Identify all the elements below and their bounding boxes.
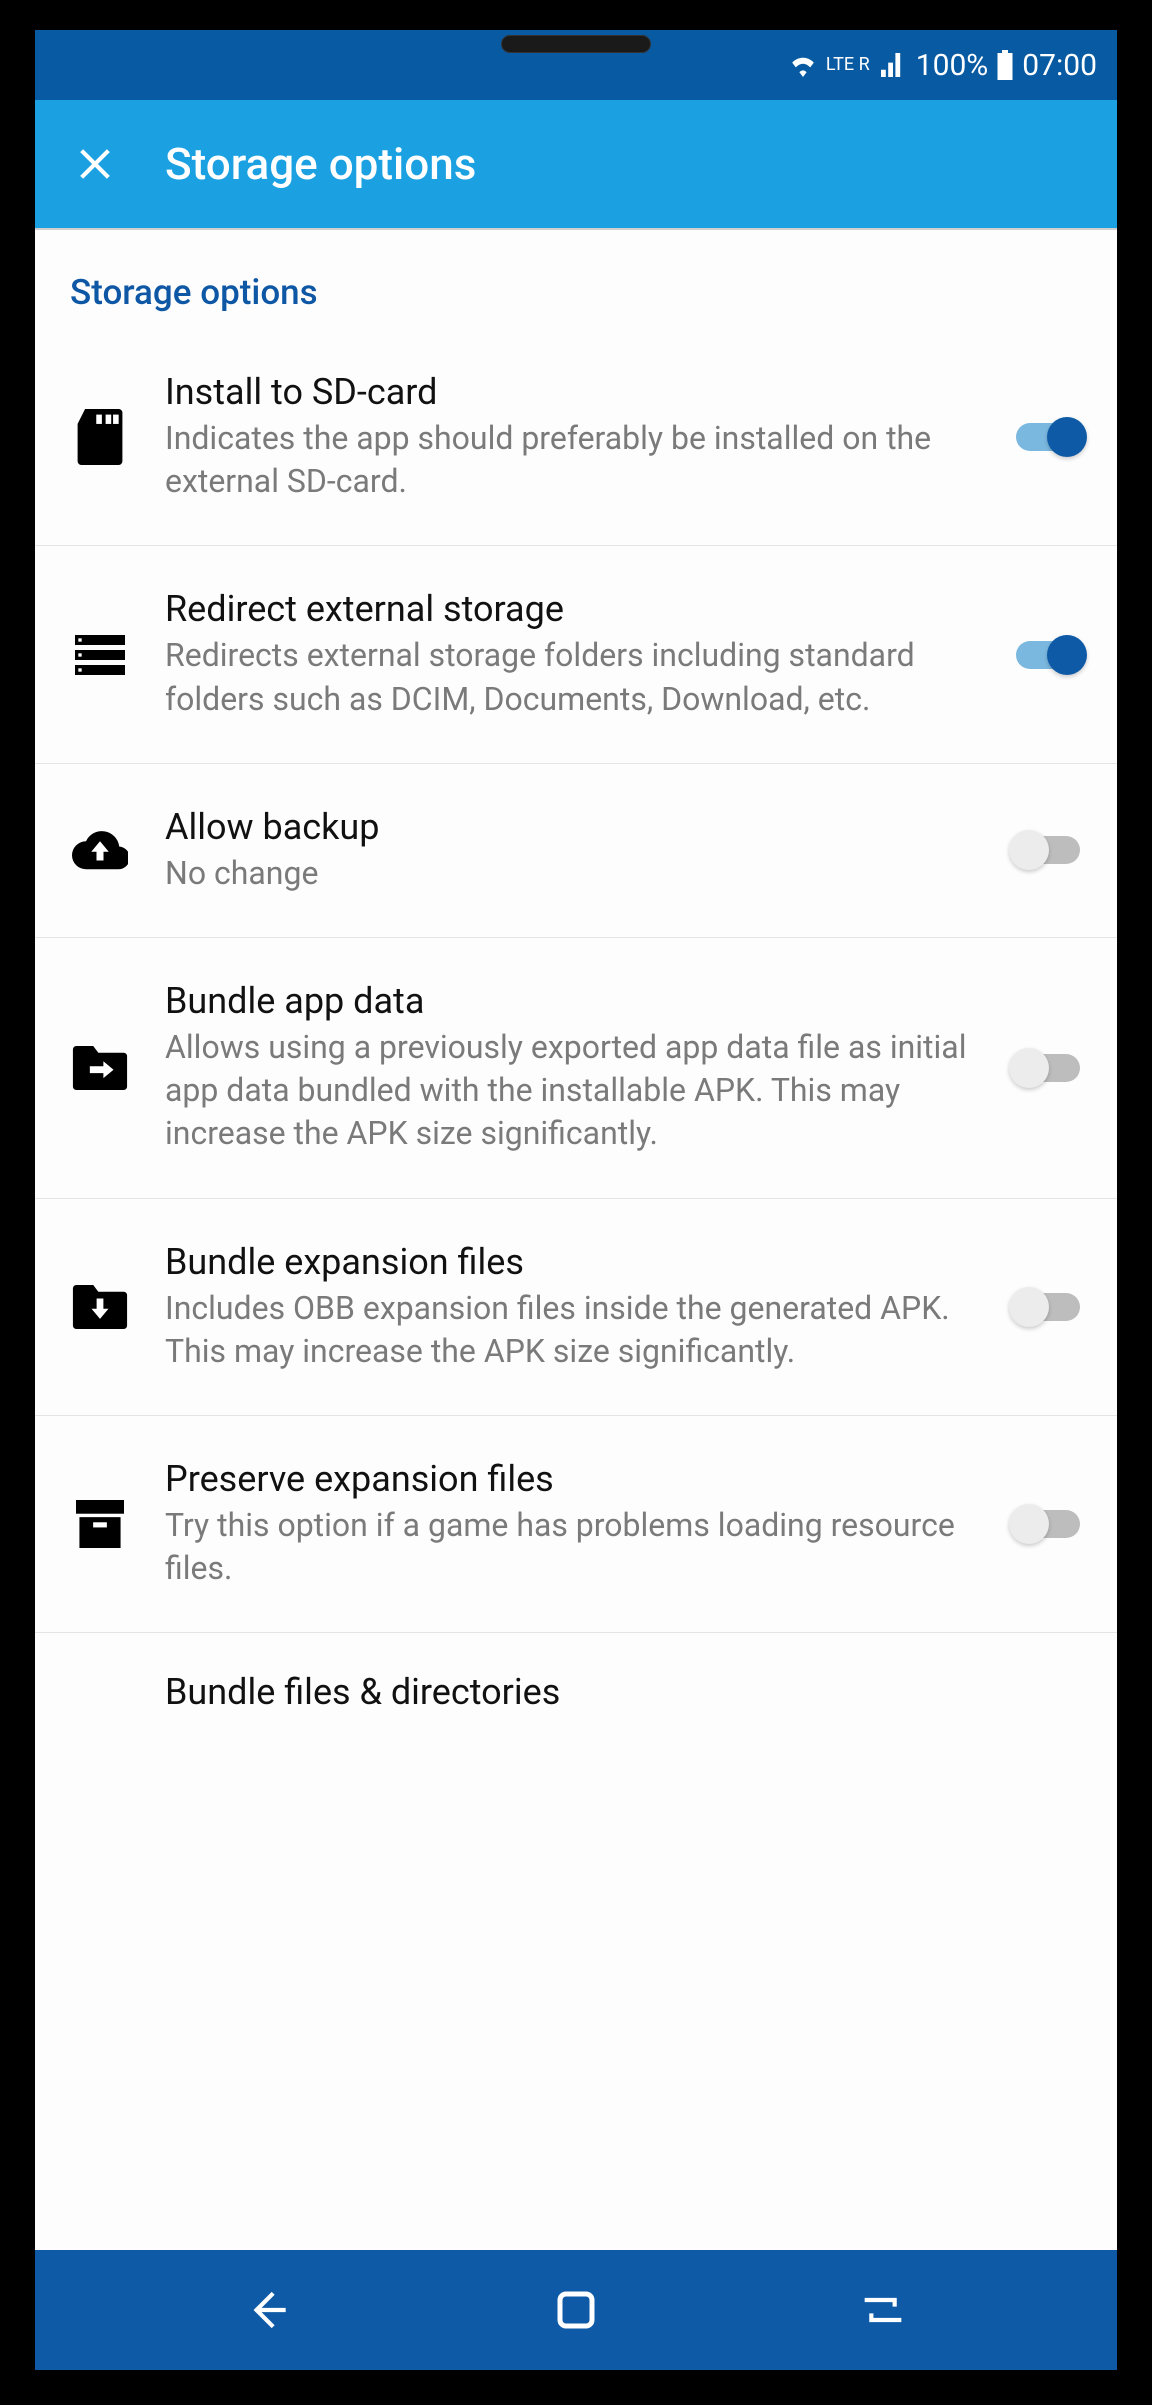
setting-title: Allow backup bbox=[165, 806, 979, 848]
setting-subtitle: Includes OBB expansion files inside the … bbox=[165, 1287, 979, 1373]
setting-title: Bundle files & directories bbox=[165, 1671, 1077, 1713]
setting-title: Preserve expansion files bbox=[165, 1458, 979, 1500]
setting-redirect-storage[interactable]: Redirect external storage Redirects exte… bbox=[35, 546, 1117, 763]
toggle-install-sd[interactable] bbox=[1009, 417, 1087, 457]
page-title: Storage options bbox=[165, 138, 476, 190]
toggle-allow-backup[interactable] bbox=[1009, 830, 1087, 870]
folder-arrow-icon bbox=[55, 1046, 145, 1090]
battery-icon bbox=[996, 50, 1014, 80]
folder-download-icon bbox=[55, 1285, 145, 1329]
cloud-upload-icon bbox=[55, 830, 145, 870]
battery-percent: 100% bbox=[916, 48, 989, 83]
setting-bundle-files[interactable]: Bundle files & directories bbox=[35, 1633, 1117, 1727]
toggle-bundle-app-data[interactable] bbox=[1009, 1048, 1087, 1088]
setting-subtitle: Redirects external storage folders inclu… bbox=[165, 634, 979, 720]
toggle-preserve-expansion[interactable] bbox=[1009, 1504, 1087, 1544]
setting-subtitle: Allows using a previously exported app d… bbox=[165, 1026, 979, 1156]
setting-allow-backup[interactable]: Allow backup No change bbox=[35, 764, 1117, 938]
signal-icon bbox=[878, 53, 908, 77]
setting-title: Bundle app data bbox=[165, 980, 979, 1022]
setting-bundle-app-data[interactable]: Bundle app data Allows using a previousl… bbox=[35, 938, 1117, 1199]
nav-bar bbox=[35, 2250, 1117, 2370]
content-area[interactable]: Storage options Install to SD-card Indic… bbox=[35, 230, 1117, 2250]
setting-bundle-expansion[interactable]: Bundle expansion files Includes OBB expa… bbox=[35, 1199, 1117, 1416]
setting-title: Bundle expansion files bbox=[165, 1241, 979, 1283]
storage-icon bbox=[55, 635, 145, 675]
close-icon[interactable] bbox=[65, 134, 125, 194]
clock: 07:00 bbox=[1022, 48, 1097, 83]
device-speaker bbox=[501, 35, 651, 53]
sd-card-icon bbox=[55, 409, 145, 465]
recents-button[interactable] bbox=[853, 2280, 913, 2340]
section-header: Storage options bbox=[35, 230, 1117, 329]
toggle-bundle-expansion[interactable] bbox=[1009, 1287, 1087, 1327]
toggle-redirect-storage[interactable] bbox=[1009, 635, 1087, 675]
setting-title: Install to SD-card bbox=[165, 371, 979, 413]
setting-subtitle: No change bbox=[165, 852, 979, 895]
setting-title: Redirect external storage bbox=[165, 588, 979, 630]
wifi-icon bbox=[788, 53, 818, 77]
lte-label: LTE R bbox=[826, 56, 870, 74]
back-button[interactable] bbox=[239, 2280, 299, 2340]
archive-icon bbox=[55, 1500, 145, 1548]
setting-subtitle: Indicates the app should preferably be i… bbox=[165, 417, 979, 503]
app-bar: Storage options bbox=[35, 100, 1117, 230]
home-button[interactable] bbox=[546, 2280, 606, 2340]
setting-preserve-expansion[interactable]: Preserve expansion files Try this option… bbox=[35, 1416, 1117, 1633]
setting-subtitle: Try this option if a game has problems l… bbox=[165, 1504, 979, 1590]
setting-install-sd[interactable]: Install to SD-card Indicates the app sho… bbox=[35, 329, 1117, 546]
